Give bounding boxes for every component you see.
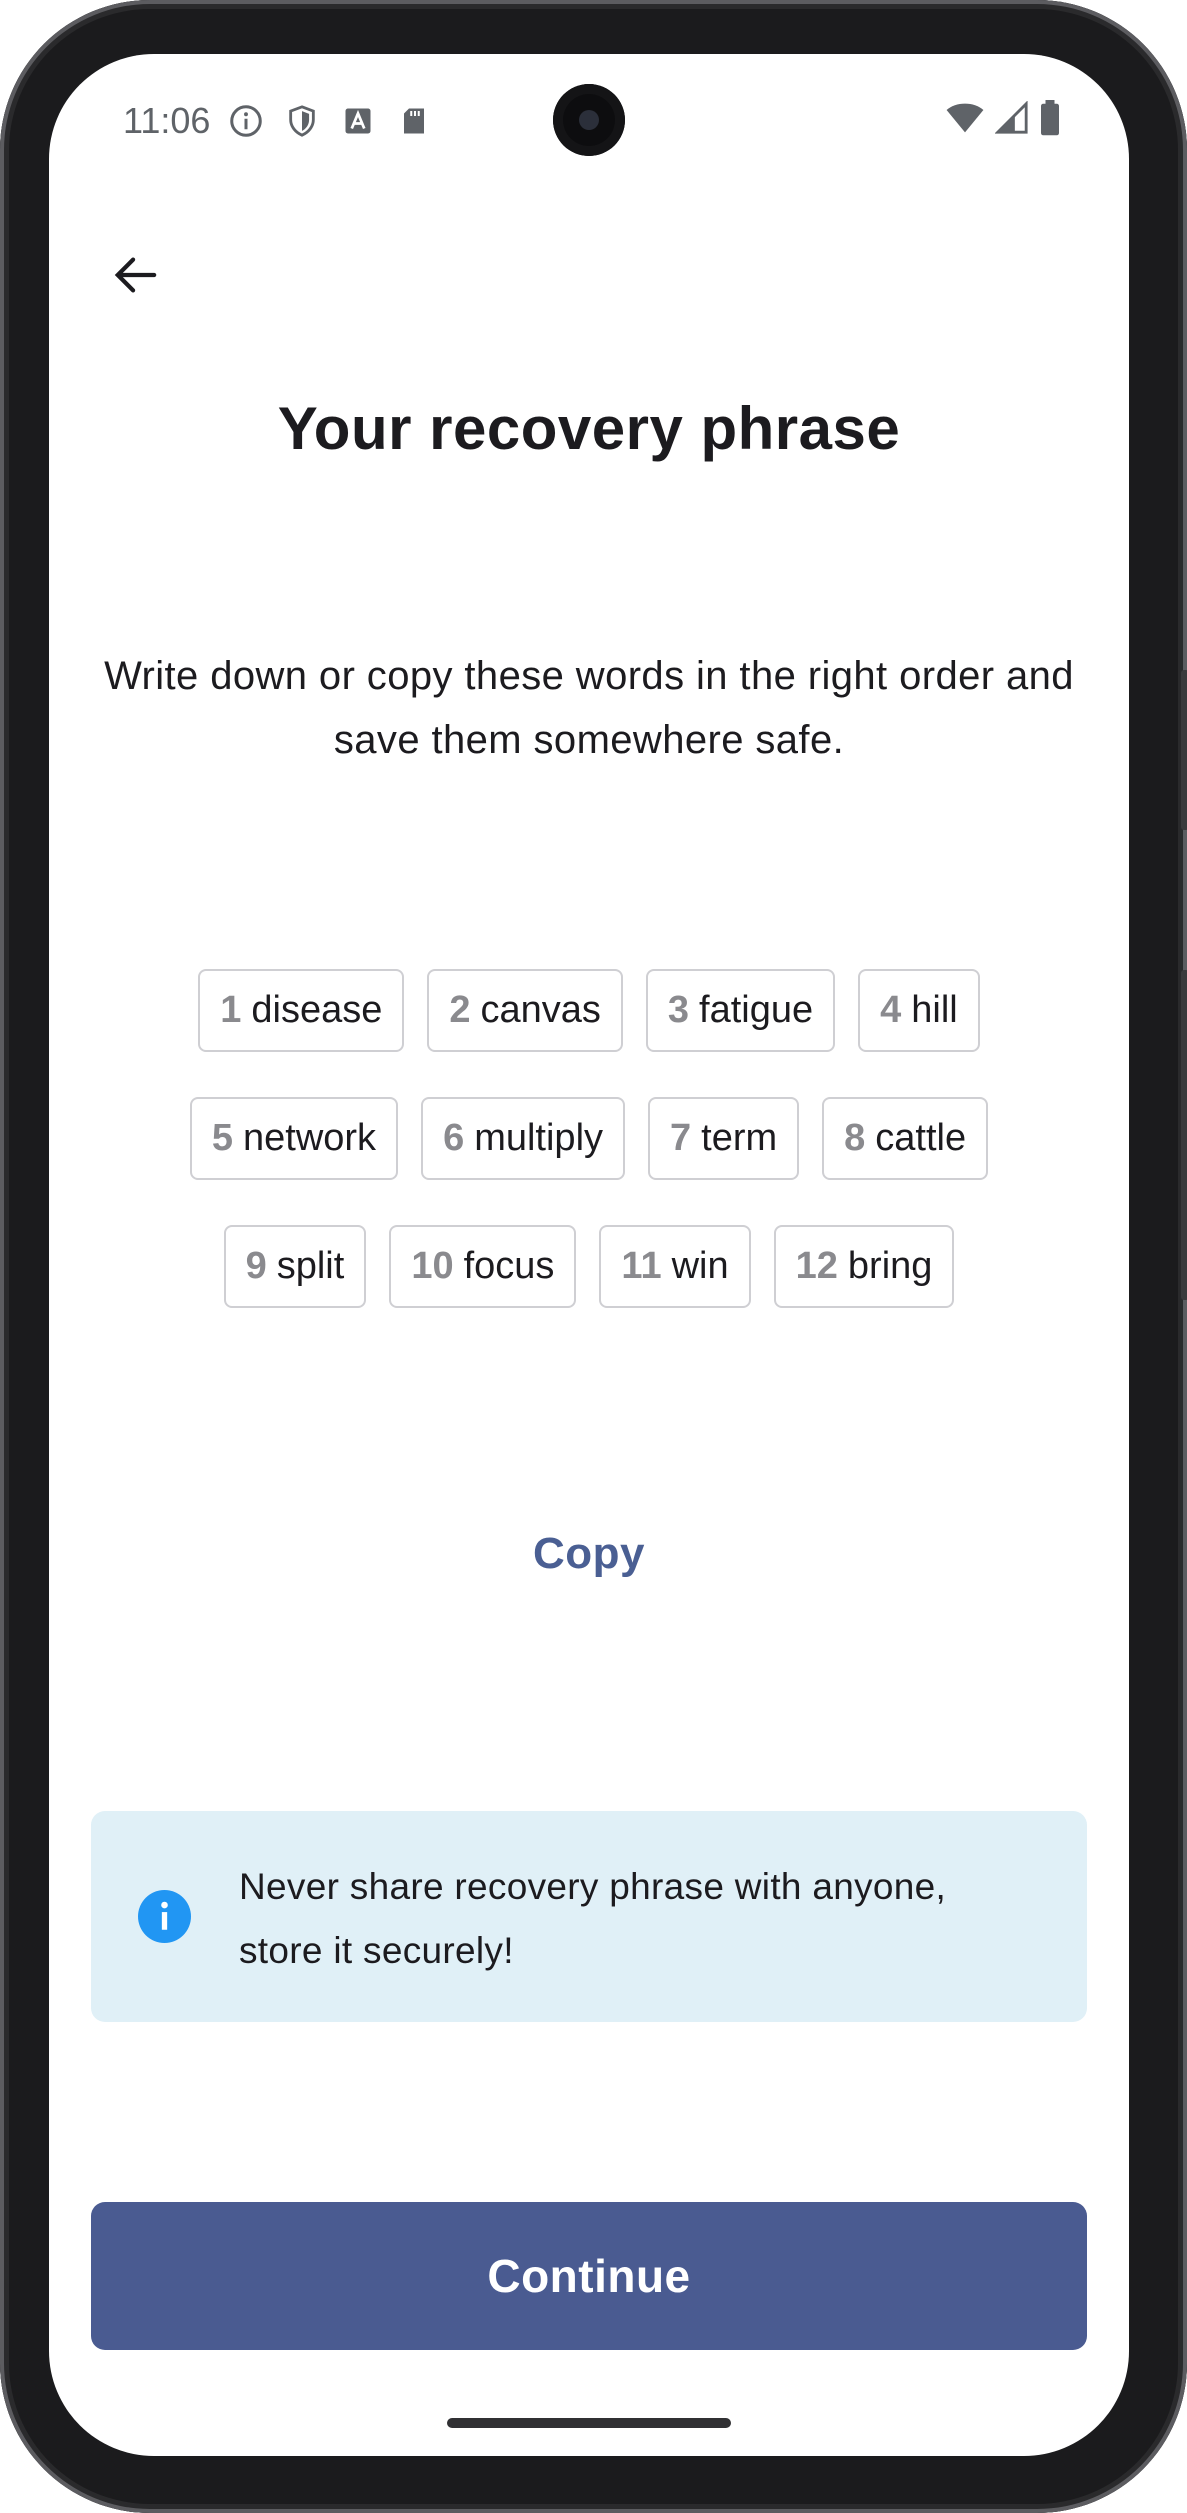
notice-text: Never share recovery phrase with anyone,… bbox=[239, 1866, 947, 1971]
status-time: 11:06 bbox=[123, 100, 211, 141]
word-text: cattle bbox=[875, 1117, 967, 1159]
phrase-word-chip: 7 term bbox=[648, 1097, 800, 1180]
phrase-word-chip: 3 fatigue bbox=[645, 969, 836, 1052]
phrase-row: 9 split 10 focus 11 win 12 bring bbox=[49, 1225, 1129, 1308]
back-button[interactable] bbox=[99, 239, 171, 311]
phrase-word-chip: 8 cattle bbox=[822, 1097, 989, 1180]
word-text: canvas bbox=[480, 989, 601, 1031]
phrase-word-chip: 1 disease bbox=[198, 969, 405, 1052]
word-number: 2 bbox=[449, 989, 471, 1031]
text-a-icon bbox=[339, 102, 377, 140]
word-number: 3 bbox=[667, 989, 690, 1031]
word-number: 6 bbox=[443, 1117, 465, 1159]
arrow-left-icon bbox=[114, 257, 157, 293]
status-icons-left bbox=[227, 102, 433, 140]
phone-frame: 11:06 Your recovery phrase Write down or… bbox=[0, 0, 1187, 2513]
phrase-word-chip: 12 bring bbox=[773, 1225, 955, 1308]
word-text: win bbox=[671, 1245, 729, 1287]
phrase-word-chip: 6 multiply bbox=[421, 1097, 626, 1180]
phrase-word-chip: 10 focus bbox=[389, 1225, 577, 1308]
word-number: 8 bbox=[844, 1117, 866, 1159]
phrase-word-chip: 2 canvas bbox=[427, 969, 623, 1052]
word-number: 12 bbox=[795, 1245, 838, 1287]
phrase-row: 1 disease 2 canvas 3 fatigue 4 hill bbox=[49, 969, 1129, 1052]
sd-card-icon bbox=[395, 102, 433, 140]
phrase-word-chip: 11 win bbox=[599, 1225, 751, 1308]
wifi-icon bbox=[945, 102, 985, 139]
word-number: 5 bbox=[211, 1117, 233, 1159]
info-circle-icon bbox=[138, 1890, 191, 1943]
word-number: 11 bbox=[621, 1245, 662, 1287]
word-text: focus bbox=[463, 1245, 555, 1287]
word-text: split bbox=[276, 1245, 345, 1287]
word-text: term bbox=[701, 1117, 778, 1159]
phrase-row: 5 network 6 multiply 7 term 8 cattle bbox=[49, 1097, 1129, 1180]
phrase-word-chip: 5 network bbox=[189, 1097, 399, 1180]
word-text: disease bbox=[251, 989, 383, 1031]
app-screen: 11:06 Your recovery phrase Write down or… bbox=[49, 54, 1129, 2456]
battery-icon bbox=[1039, 100, 1061, 141]
volume-button bbox=[1181, 670, 1187, 830]
word-number: 1 bbox=[220, 989, 242, 1031]
continue-button[interactable]: Continue bbox=[91, 2202, 1087, 2350]
home-indicator[interactable] bbox=[447, 2418, 731, 2428]
word-text: multiply bbox=[474, 1117, 604, 1159]
front-camera bbox=[553, 84, 625, 156]
info-icon bbox=[227, 102, 265, 140]
instructions-text: Write down or copy these words in the ri… bbox=[104, 654, 1074, 762]
page-title: Your recovery phrase bbox=[277, 395, 901, 462]
word-number: 9 bbox=[245, 1245, 267, 1287]
word-text: hill bbox=[911, 989, 958, 1031]
word-text: network bbox=[243, 1117, 377, 1159]
word-number: 4 bbox=[880, 989, 902, 1031]
status-icons-right bbox=[945, 100, 1061, 141]
shield-icon bbox=[283, 102, 321, 140]
recovery-phrase-grid: 1 disease 2 canvas 3 fatigue 4 hill 5 network 6 mul… bbox=[49, 969, 1129, 1353]
word-text: fatigue bbox=[699, 989, 814, 1031]
signal-icon bbox=[994, 100, 1029, 140]
security-notice: Never share recovery phrase with anyone,… bbox=[91, 1811, 1087, 2022]
word-number: 10 bbox=[411, 1245, 454, 1287]
power-button bbox=[1181, 970, 1187, 1300]
word-text: bring bbox=[847, 1245, 933, 1287]
word-number: 7 bbox=[670, 1117, 692, 1159]
phrase-word-chip: 4 hill bbox=[858, 969, 980, 1052]
phrase-word-chip: 9 split bbox=[223, 1225, 367, 1308]
copy-button[interactable]: Copy bbox=[489, 1514, 689, 1594]
